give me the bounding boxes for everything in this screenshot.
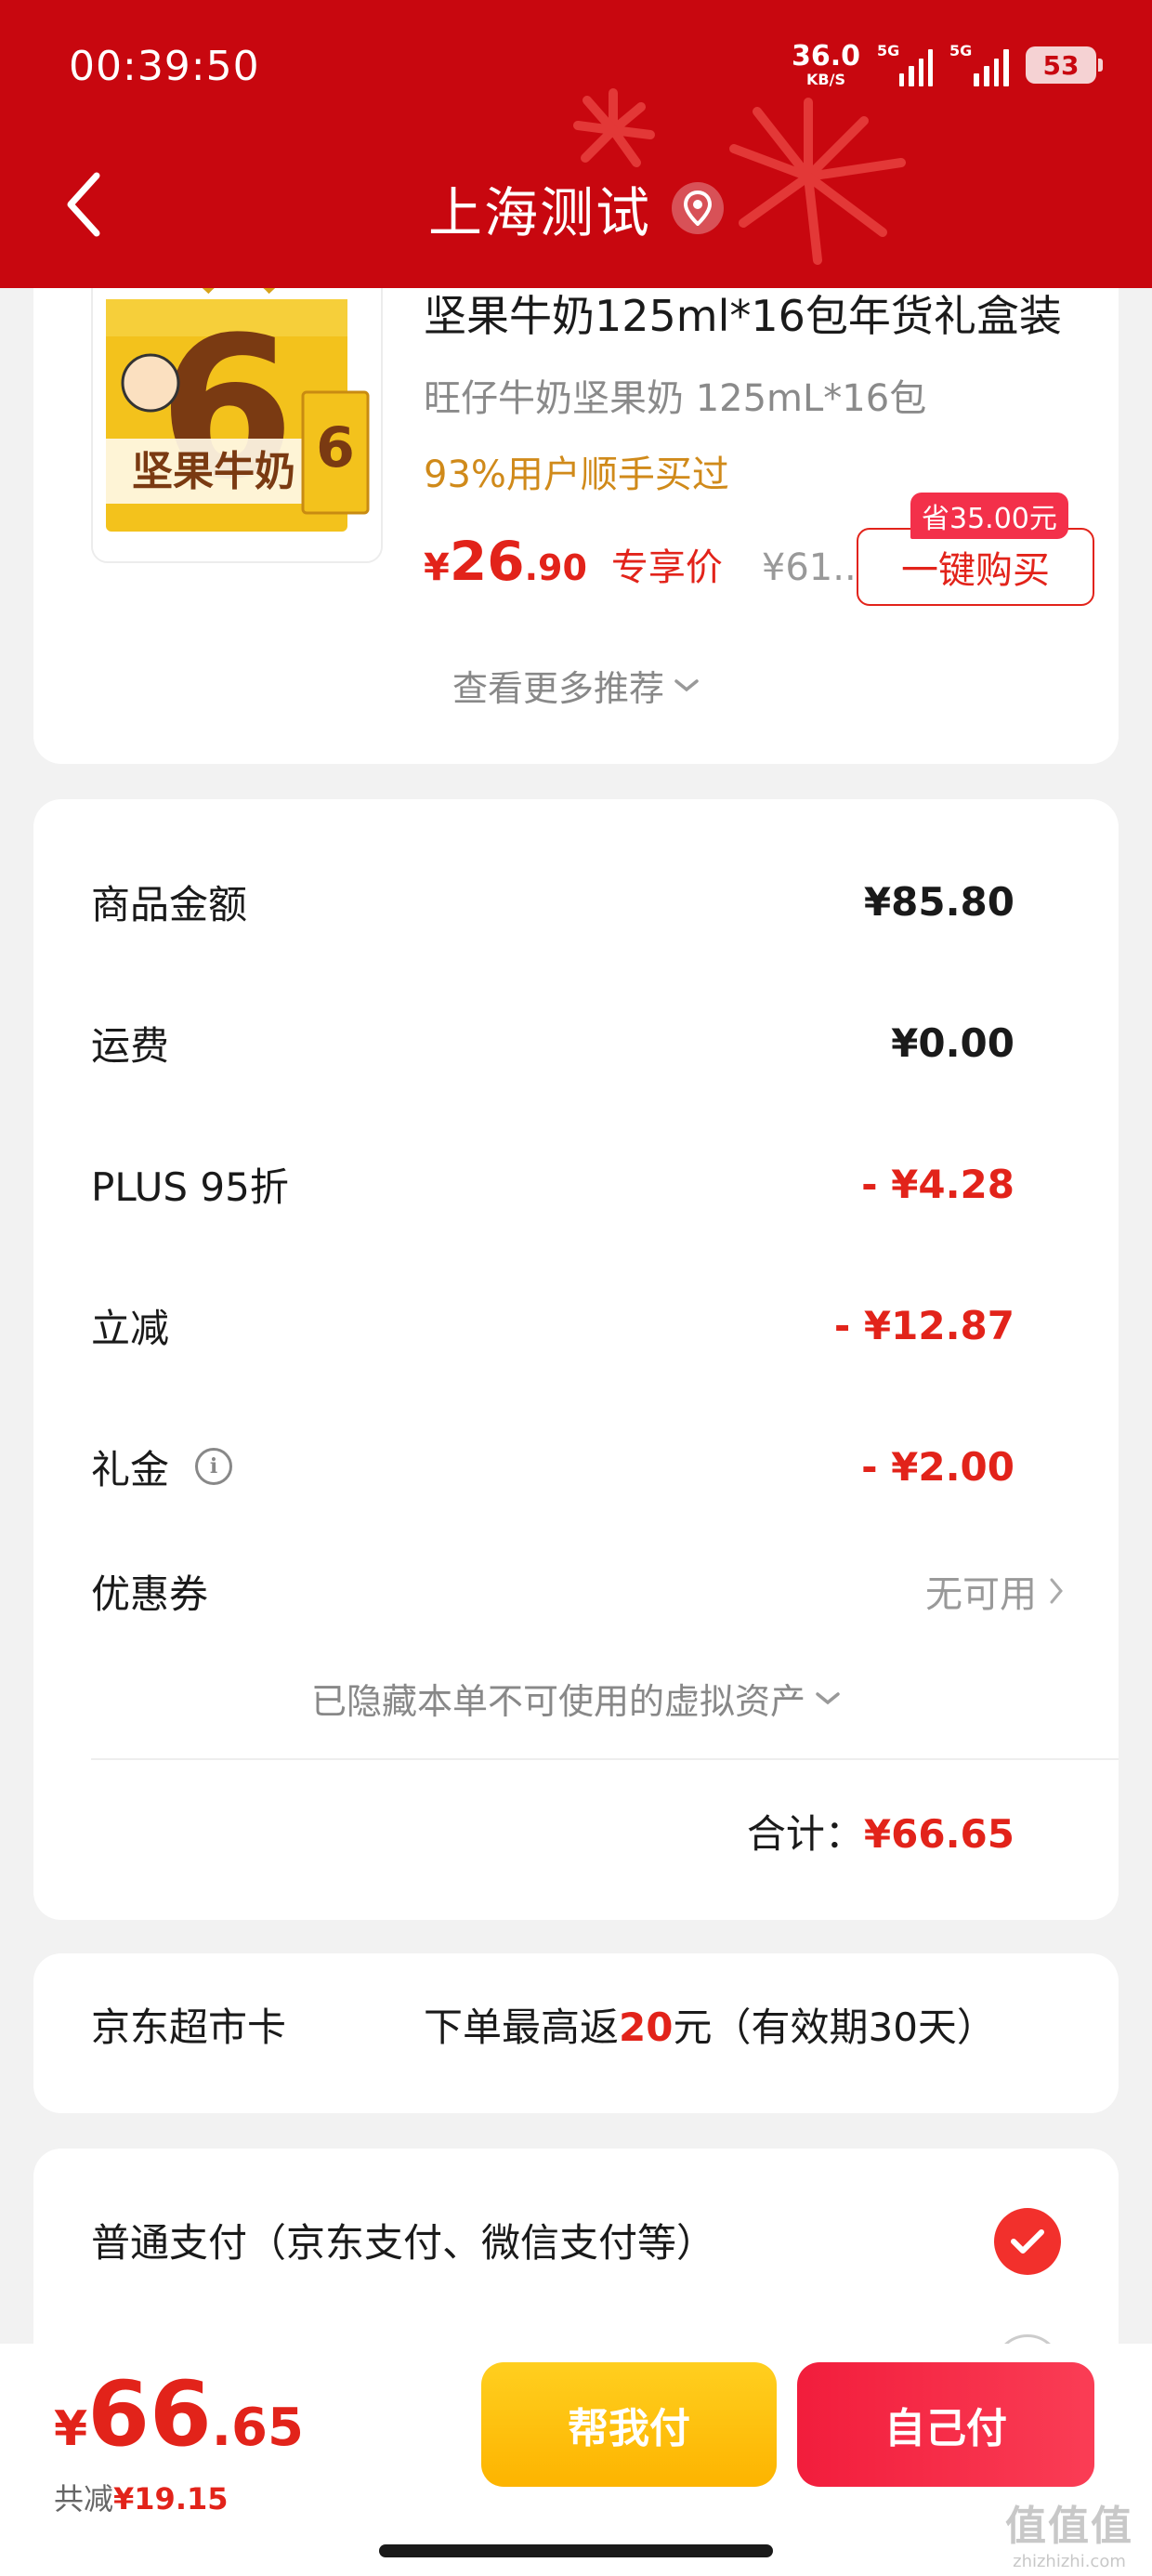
- summary-row-instant-discount: 立减 - ¥12.87: [91, 1288, 1015, 1362]
- chevron-right-icon: [1050, 1578, 1063, 1604]
- summary-label: 礼金: [91, 1446, 170, 1492]
- summary-label: 立减: [91, 1305, 170, 1351]
- summary-row-goods-amount: 商品金额 ¥85.80: [91, 864, 1015, 939]
- product-image-text: 坚果牛奶: [132, 448, 295, 495]
- watermark: 值值值 zhizhizhi.com: [1005, 2492, 1133, 2571]
- battery-level: 53: [1042, 49, 1080, 81]
- jd-desc-highlight: 20: [619, 2004, 674, 2050]
- signal-icon: 5G: [877, 42, 933, 86]
- signal-tag: 5G: [877, 42, 900, 59]
- coupon-label: 优惠券: [91, 1571, 209, 1617]
- reduction-label: 共减: [54, 2481, 114, 2517]
- hidden-assets-toggle[interactable]: 已隐藏本单不可使用的虚拟资产: [33, 1673, 1119, 1724]
- page-title-text: 上海测试: [427, 181, 651, 244]
- save-badge: 省35.00元: [910, 493, 1068, 539]
- network-speed: 36.0 KB/S: [792, 43, 860, 87]
- network-speed-unit: KB/S: [806, 71, 845, 88]
- more-recommend-label: 查看更多推荐: [452, 668, 664, 709]
- summary-value: - ¥12.87: [833, 1302, 1015, 1348]
- summary-label: PLUS 95折: [91, 1163, 289, 1210]
- top-header: 00:39:50 36.0 KB/S 5G 5G 53 上海测试: [0, 0, 1152, 288]
- summary-value: ¥85.80: [863, 878, 1015, 925]
- payment-option-normal[interactable]: 普通支付（京东支付、微信支付等）: [91, 2212, 715, 2268]
- status-time: 00:39:50: [69, 43, 260, 90]
- summary-row-plus-discount: PLUS 95折 - ¥4.28: [91, 1147, 1015, 1221]
- summary-value: - ¥4.28: [861, 1161, 1015, 1207]
- info-icon[interactable]: i: [195, 1448, 233, 1485]
- summary-row-shipping: 运费 ¥0.00: [91, 1005, 1015, 1080]
- summary-label: 运费: [91, 1022, 170, 1069]
- jd-card-label: 京东超市卡: [91, 2004, 287, 2050]
- divider: [91, 1758, 1119, 1760]
- more-recommend-link[interactable]: 查看更多推荐: [33, 660, 1119, 711]
- bottom-price-integer: 66: [87, 2362, 212, 2466]
- jd-desc-prefix: 下单最高返: [424, 2004, 620, 2050]
- network-speed-value: 36.0: [791, 40, 860, 72]
- jd-card-description: 下单最高返20元（有效期30天）: [424, 1996, 996, 2053]
- chevron-down-icon: [674, 678, 699, 691]
- summary-row-coupon[interactable]: 优惠券 无可用: [91, 1554, 1063, 1628]
- summary-value: ¥0.00: [891, 1019, 1015, 1066]
- summary-value: - ¥2.00: [861, 1443, 1015, 1490]
- reduction-value: ¥19.15: [113, 2481, 229, 2517]
- chevron-down-icon: [816, 1691, 840, 1704]
- location-pin-icon[interactable]: [672, 182, 724, 234]
- total-value: ¥66.65: [863, 1811, 1015, 1857]
- pay-myself-button[interactable]: 自己付: [797, 2362, 1094, 2487]
- product-tip: 93%用户顺手买过: [424, 453, 729, 496]
- total-reduction[interactable]: 共减¥19.15: [54, 2476, 229, 2518]
- product-name[interactable]: 坚果牛奶125ml*16包年货礼盒装: [424, 283, 1062, 344]
- one-click-buy-button[interactable]: 一键购买: [857, 528, 1094, 606]
- bottom-total-price: ¥ 66 .65: [54, 2370, 304, 2459]
- checkmark-icon[interactable]: [994, 2208, 1061, 2275]
- product-price: ¥ 26 .90 专享价 ¥61....: [424, 530, 880, 604]
- summary-label: 商品金额: [91, 881, 248, 927]
- jd-desc-suffix: 元（有效期30天）: [673, 2004, 996, 2050]
- battery-icon: 53: [1026, 46, 1103, 84]
- page-title[interactable]: 上海测试: [0, 169, 1152, 247]
- status-icons: 36.0 KB/S 5G 5G 53: [792, 37, 1103, 93]
- product-image[interactable]: 6 坚果牛奶 6: [91, 251, 383, 563]
- recommend-product-card: 6 坚果牛奶 6 坚果牛奶125ml*16包年货礼盒装 旺仔牛奶坚果奶 125m…: [33, 232, 1119, 764]
- home-indicator[interactable]: [379, 2544, 773, 2557]
- svg-text:6: 6: [316, 415, 355, 480]
- order-summary-card: 商品金额 ¥85.80 运费 ¥0.00 PLUS 95折 - ¥4.28 立减…: [33, 799, 1119, 1920]
- order-total: 合计： ¥66.65: [747, 1803, 1015, 1860]
- hidden-assets-label: 已隐藏本单不可使用的虚拟资产: [310, 1681, 805, 1722]
- jd-supermarket-card[interactable]: 京东超市卡 下单最高返20元（有效期30天）: [33, 1953, 1119, 2113]
- price-integer: 26: [449, 530, 525, 593]
- bottom-price-symbol: ¥: [54, 2401, 88, 2457]
- exclusive-price-label: 专享价: [610, 546, 723, 589]
- bottom-price-decimal: .65: [211, 2398, 304, 2458]
- bottom-checkout-bar: ¥ 66 .65 共减¥19.15 帮我付 自己付 值值值 zhizhizhi.…: [0, 2344, 1152, 2576]
- signal-icon: 5G: [949, 42, 1009, 86]
- watermark-url: zhizhizhi.com: [1013, 2552, 1126, 2571]
- summary-row-gift-money: 礼金 i - ¥2.00: [91, 1429, 1015, 1504]
- total-label: 合计：: [746, 1811, 864, 1857]
- price-symbol: ¥: [424, 546, 450, 589]
- product-spec: 旺仔牛奶坚果奶 125mL*16包: [424, 377, 927, 420]
- signal-tag: 5G: [949, 42, 973, 59]
- help-me-pay-button[interactable]: 帮我付: [481, 2362, 777, 2487]
- coupon-value: 无可用: [925, 1573, 1037, 1616]
- price-decimal: .90: [524, 547, 587, 588]
- watermark-text: 值值值: [1005, 2503, 1133, 2550]
